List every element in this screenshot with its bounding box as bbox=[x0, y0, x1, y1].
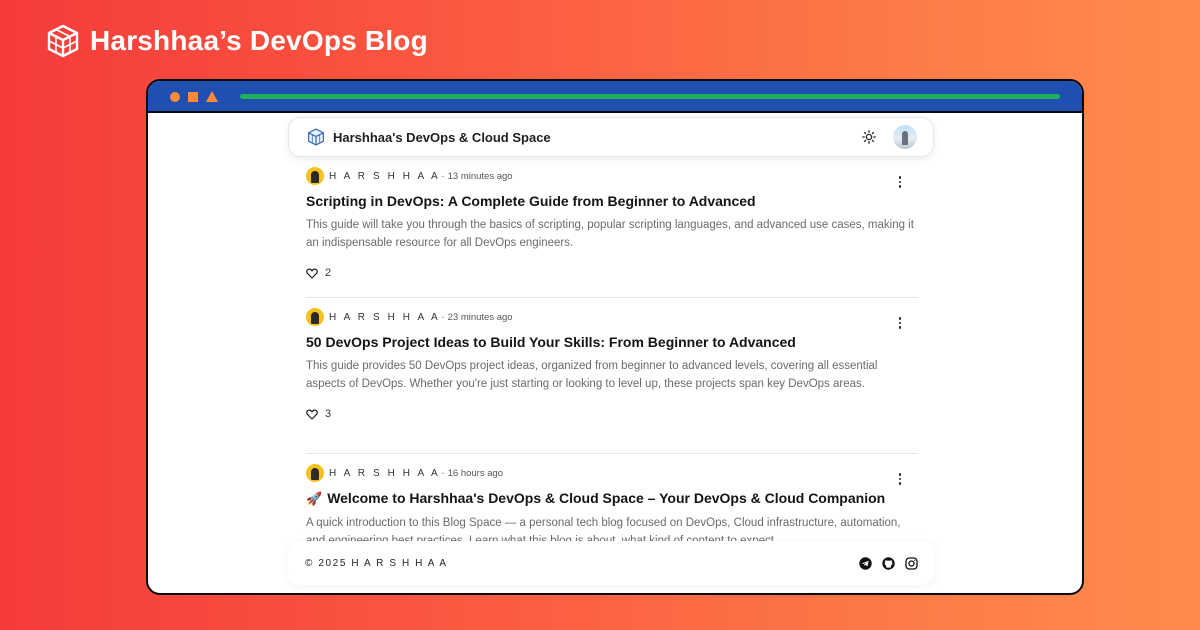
rocket-icon: 🚀 bbox=[306, 491, 323, 506]
more-options-icon[interactable] bbox=[894, 175, 906, 189]
meta-separator: · bbox=[441, 467, 445, 479]
cube-logo-icon bbox=[46, 24, 80, 58]
copyright-text: © 2025 H A R S H H A A bbox=[305, 557, 448, 569]
post-title-text[interactable]: Welcome to Harshhaa's DevOps & Cloud Spa… bbox=[327, 490, 885, 506]
author-name[interactable]: H A R S H H A A bbox=[329, 468, 440, 479]
post-list: H A R S H H A A · 13 minutes ago Scripti… bbox=[306, 167, 918, 593]
post-card[interactable]: H A R S H H A A · 13 minutes ago Scripti… bbox=[306, 167, 918, 298]
site-logo-icon[interactable] bbox=[307, 128, 325, 146]
author-avatar[interactable] bbox=[306, 167, 324, 185]
author-name[interactable]: H A R S H H A A bbox=[329, 312, 440, 323]
post-likes: 2 bbox=[306, 267, 918, 279]
telegram-icon[interactable] bbox=[859, 556, 872, 570]
post-likes: 3 bbox=[306, 408, 918, 420]
page-content[interactable]: Harshhaa's DevOps & Cloud Space H A R S … bbox=[148, 113, 1082, 593]
social-links bbox=[859, 556, 918, 570]
post-excerpt: This guide provides 50 DevOps project id… bbox=[306, 360, 878, 390]
user-avatar[interactable] bbox=[893, 125, 917, 149]
author-avatar[interactable] bbox=[306, 308, 324, 326]
post-title[interactable]: 🚀 Welcome to Harshhaa's DevOps & Cloud Sp… bbox=[306, 489, 918, 508]
meta-separator: · bbox=[441, 170, 445, 182]
circle-icon bbox=[170, 92, 180, 102]
blog-footer: © 2025 H A R S H H A A bbox=[288, 541, 934, 585]
more-options-icon[interactable] bbox=[894, 472, 906, 486]
post-meta: H A R S H H A A · 13 minutes ago bbox=[306, 167, 918, 185]
heart-icon[interactable] bbox=[306, 409, 318, 420]
sun-icon[interactable] bbox=[859, 127, 879, 147]
github-icon[interactable] bbox=[882, 556, 895, 570]
more-options-icon[interactable] bbox=[894, 316, 906, 330]
site-title[interactable]: Harshhaa's DevOps & Cloud Space bbox=[333, 130, 859, 145]
brand: Harshhaa’s DevOps Blog bbox=[46, 24, 428, 58]
post-time: 23 minutes ago bbox=[447, 311, 513, 323]
post-excerpt: This guide will take you through the bas… bbox=[306, 219, 914, 249]
post-time: 13 minutes ago bbox=[447, 170, 513, 182]
post-title[interactable]: 50 DevOps Project Ideas to Build Your Sk… bbox=[306, 333, 918, 351]
post-meta: H A R S H H A A · 23 minutes ago bbox=[306, 308, 918, 326]
square-icon bbox=[188, 92, 198, 102]
browser-window: Harshhaa's DevOps & Cloud Space H A R S … bbox=[146, 79, 1084, 595]
window-titlebar bbox=[148, 81, 1082, 113]
post-title-text[interactable]: 50 DevOps Project Ideas to Build Your Sk… bbox=[306, 334, 796, 350]
like-count: 2 bbox=[325, 267, 332, 279]
loading-progress-bar bbox=[240, 94, 1060, 99]
author-name[interactable]: H A R S H H A A bbox=[329, 171, 440, 182]
instagram-icon[interactable] bbox=[905, 556, 918, 570]
post-card[interactable]: H A R S H H A A · 23 minutes ago 50 DevO… bbox=[306, 298, 918, 454]
like-count: 3 bbox=[325, 408, 332, 420]
heart-icon[interactable] bbox=[306, 268, 318, 279]
blog-header: Harshhaa's DevOps & Cloud Space bbox=[288, 117, 934, 157]
brand-title: Harshhaa’s DevOps Blog bbox=[90, 25, 428, 56]
post-title[interactable]: Scripting in DevOps: A Complete Guide fr… bbox=[306, 192, 918, 210]
meta-separator: · bbox=[441, 311, 445, 323]
triangle-icon bbox=[206, 91, 218, 102]
post-title-text[interactable]: Scripting in DevOps: A Complete Guide fr… bbox=[306, 193, 756, 209]
author-avatar[interactable] bbox=[306, 464, 324, 482]
post-time: 16 hours ago bbox=[447, 467, 504, 479]
post-meta: H A R S H H A A · 16 hours ago bbox=[306, 464, 918, 482]
